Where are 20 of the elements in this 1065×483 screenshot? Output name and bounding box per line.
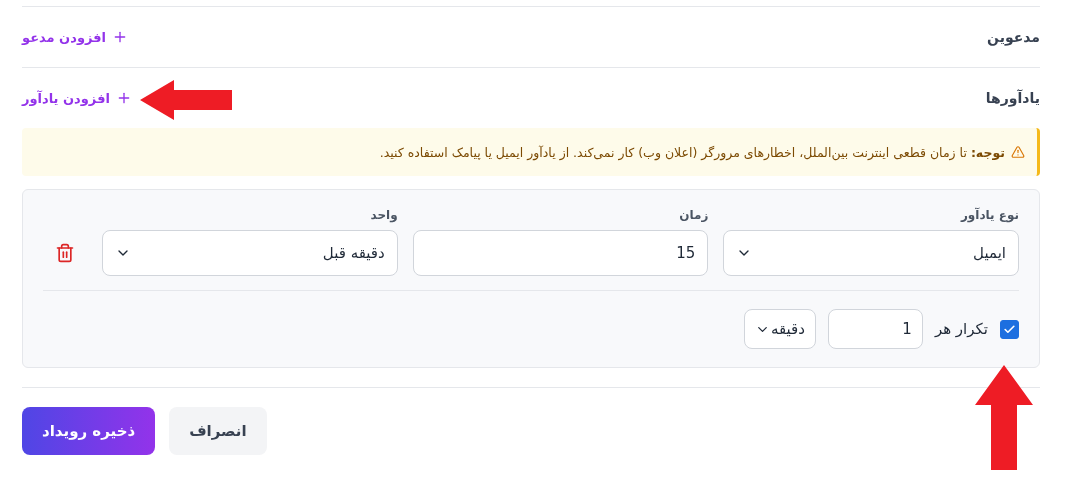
add-link[interactable]: افزودن یادآور — [22, 90, 132, 106]
unit-select[interactable]: دقیقه — [743, 309, 816, 349]
field-label: زمان — [678, 208, 709, 222]
section-label: یادآورها — [985, 90, 1040, 106]
check-icon — [1003, 322, 1016, 336]
save-button[interactable]: ذخیره رویداد — [22, 407, 156, 455]
input-field[interactable]: 15 — [412, 230, 709, 276]
warning-icon — [1011, 145, 1025, 159]
cancel-button[interactable]: انصراف — [169, 407, 267, 455]
count-input[interactable]: 1 — [827, 309, 923, 349]
repeat-label: تکرار هر — [934, 320, 988, 338]
field-label: واحد — [369, 208, 398, 222]
checkbox[interactable] — [1000, 319, 1019, 339]
add-link[interactable]: افزودن مدعو — [22, 29, 129, 45]
select-field[interactable]: دقیقه قبل — [102, 230, 398, 276]
field-label: نوع یادآور — [959, 208, 1019, 222]
trash-icon[interactable] — [55, 243, 75, 263]
alert-text: توجه: تا زمان قطعی اینترنت بین‌الملل، اخطارهای مرورگر (اعلان وب) کار نمی‌کند. از یادآور ایمیل یا پیامک استفاده کنید. — [379, 144, 1005, 160]
section-label: مدعوین — [987, 29, 1040, 45]
select-field[interactable]: ایمیل — [723, 230, 1019, 276]
